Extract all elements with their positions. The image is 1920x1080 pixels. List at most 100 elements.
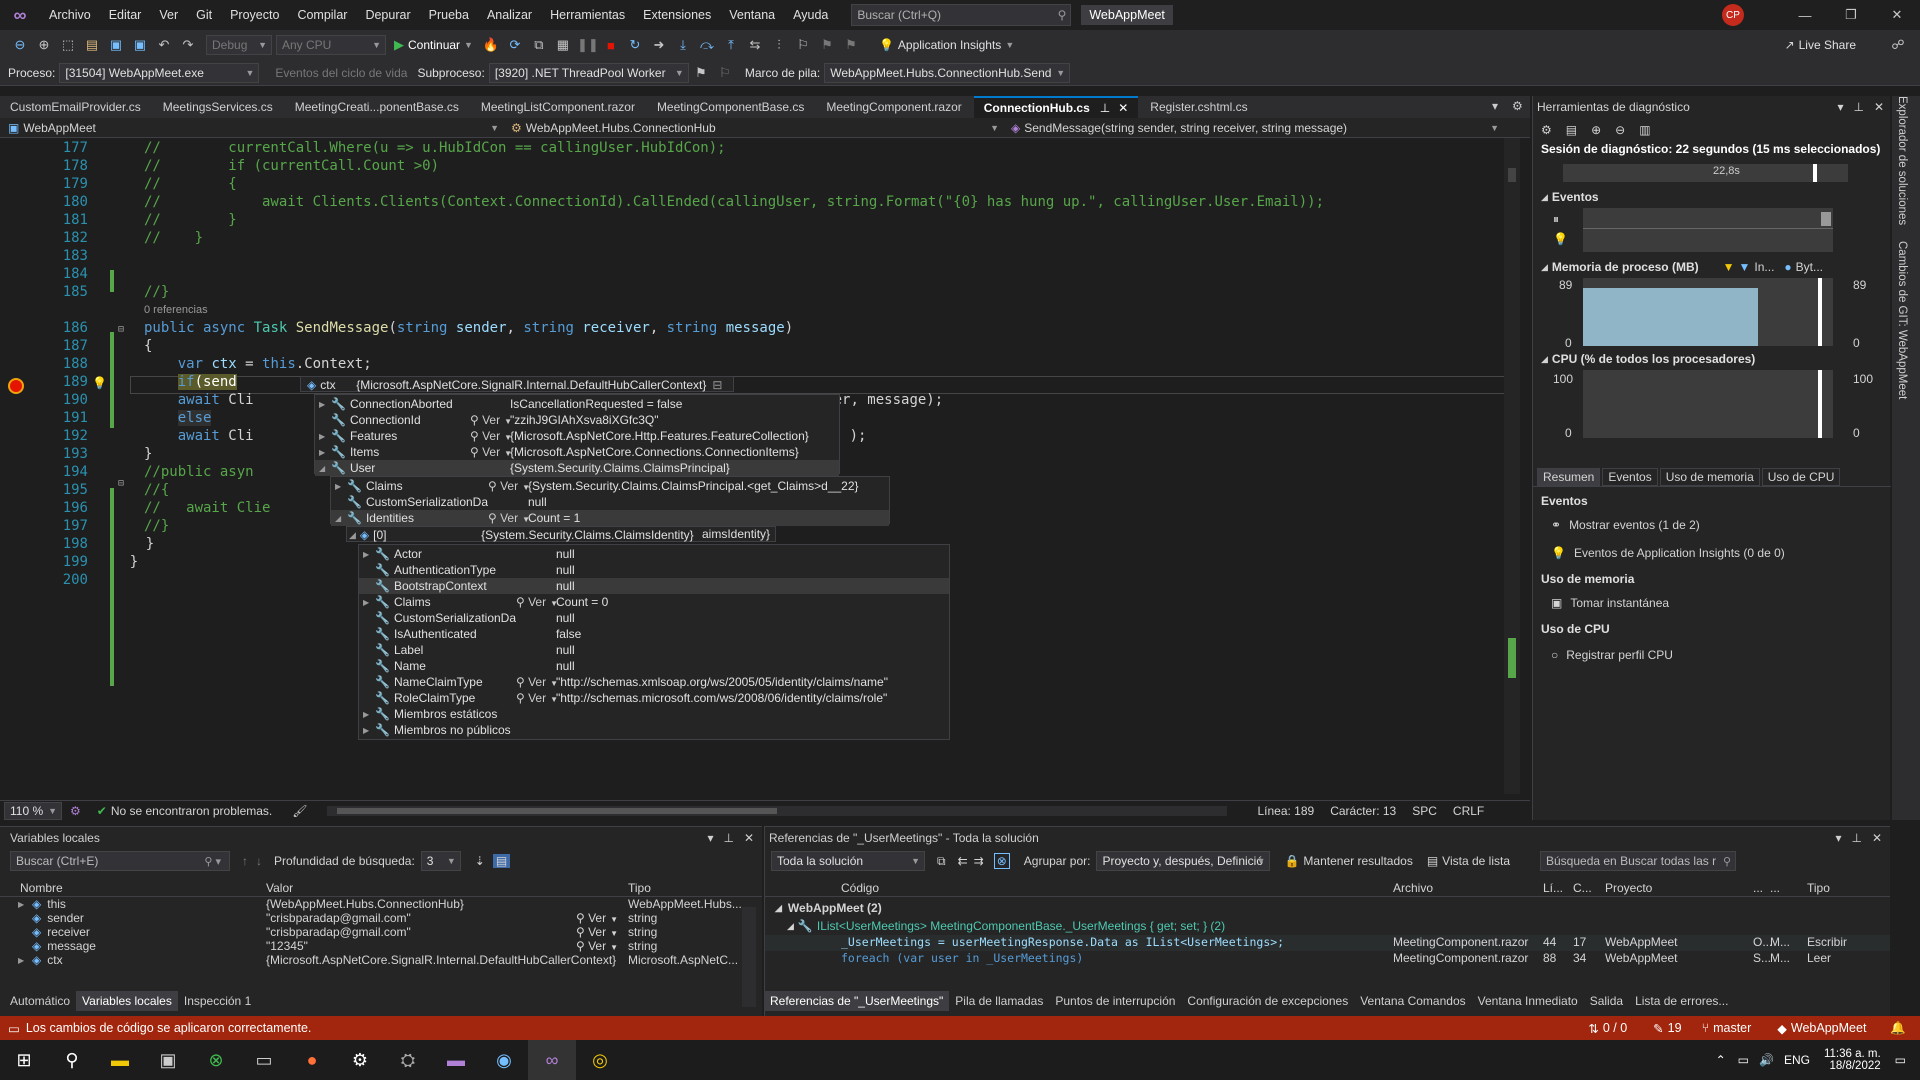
expand-icon[interactable]: ◢ — [335, 514, 347, 523]
pin-icon[interactable]: ⊥ — [723, 831, 733, 845]
menu-6[interactable]: Depurar — [356, 8, 419, 22]
datatip-row[interactable]: 🔧 Label null — [359, 642, 949, 658]
spacing-indicator[interactable]: SPC — [1412, 804, 1437, 818]
undo-icon[interactable]: ↶ — [154, 37, 174, 53]
close-icon[interactable]: ✕ — [744, 831, 754, 845]
locals-search-input[interactable]: Buscar (Ctrl+E) ⚲ ▾ — [10, 851, 230, 871]
references-tab-7[interactable]: Lista de errores... — [1629, 991, 1734, 1011]
browser-link-icon[interactable]: ⧉ — [529, 37, 549, 53]
expand-icon[interactable]: ▶ — [319, 432, 331, 441]
file-explorer-icon[interactable]: ▬ — [96, 1040, 144, 1080]
memory-graph[interactable] — [1583, 278, 1833, 346]
tab-settings-icon[interactable]: ⚙ — [1512, 99, 1523, 113]
search-next-icon[interactable]: ↓ — [256, 854, 262, 868]
tab-close-icon[interactable]: ✕ — [1118, 101, 1128, 115]
tab-1[interactable]: MeetingsServices.cs — [153, 96, 283, 118]
datatip-row[interactable]: 🔧 RoleClaimType ⚲ Ver ▼ "http://schemas.micr… — [359, 690, 949, 706]
references-tab-4[interactable]: Ventana Comandos — [1354, 991, 1471, 1011]
datatip-row[interactable]: 🔧 Name null — [359, 658, 949, 674]
refresh-icon[interactable]: ⟳ — [505, 37, 525, 53]
expand-icon[interactable]: ▶ — [363, 550, 375, 559]
datatip-row[interactable]: 🔧 CustomSerializationData null — [359, 610, 949, 626]
datatip-row[interactable]: 🔧 ConnectionId ⚲ Ver ▼ "zzihJ9GIAhXsva8iXGfc… — [315, 412, 839, 428]
volume-icon[interactable]: 🔊 — [1759, 1053, 1774, 1067]
line-ending-indicator[interactable]: CRLF — [1453, 804, 1484, 818]
tab-7[interactable]: Register.cshtml.cs — [1140, 96, 1257, 118]
locals-row[interactable]: ▶ ◈ this {WebAppMeet.Hubs.ConnectionHub} Web… — [0, 897, 762, 911]
references-tab-2[interactable]: Puntos de interrupción — [1049, 991, 1181, 1011]
branch-indicator[interactable]: master — [1713, 1021, 1751, 1035]
new-project-icon[interactable]: ⬚ — [58, 37, 78, 53]
column-kind-header[interactable]: Tipo — [1807, 881, 1830, 895]
network-icon[interactable]: ▭ — [1738, 1053, 1749, 1067]
app-insights-button[interactable]: 💡 Application Insights ▼ — [879, 38, 1014, 52]
column-code-header[interactable]: Código — [841, 881, 879, 895]
menu-4[interactable]: Proyecto — [221, 8, 288, 22]
filter-icon[interactable]: ⚐ — [715, 65, 735, 81]
references-tab-3[interactable]: Configuración de excepciones — [1181, 991, 1354, 1011]
datatip-row[interactable]: ▶ 🔧 Items ⚲ Ver ▼ {Microsoft.AspNetCore.Conne… — [315, 444, 839, 460]
column-extra2-header[interactable]: ... — [1770, 881, 1780, 895]
configuration-dropdown[interactable]: Debug ▼ — [206, 35, 272, 55]
settings-icon[interactable]: ⚙ — [1541, 123, 1552, 137]
project-dropdown[interactable]: ▣ WebAppMeet ▼ — [0, 121, 505, 135]
datatip-row[interactable]: ▶ 🔧 Claims ⚲ Ver ▼ Count = 0 — [359, 594, 949, 610]
search-prev-icon[interactable]: ↑ — [242, 854, 248, 868]
open-icon[interactable]: ▤ — [82, 37, 102, 53]
datatip-row[interactable]: 🔧 IsAuthenticated false — [359, 626, 949, 642]
reset-view-icon[interactable]: ▥ — [1639, 123, 1650, 137]
timeline-ruler[interactable]: 22,8s — [1563, 164, 1848, 182]
breakpoint-marker[interactable] — [8, 378, 24, 394]
expand-icon[interactable]: ▶ — [335, 482, 347, 491]
visualizer-button[interactable]: ⚲ Ver ▼ — [488, 479, 530, 493]
visualizer-button[interactable]: ⚲ Ver ▼ — [516, 691, 558, 705]
start-icon[interactable]: ⊞ — [0, 1040, 48, 1080]
locals-tab-0[interactable]: Automático — [4, 991, 76, 1011]
layout-icon[interactable]: ▦ — [553, 37, 573, 53]
tab-5[interactable]: MeetingComponent.razor — [816, 96, 971, 118]
record-cpu-button[interactable]: ○ Registrar perfil CPU — [1551, 648, 1673, 662]
locals-tab-2[interactable]: Inspección 1 — [178, 991, 257, 1011]
view-toggle-icon[interactable]: ▤ — [492, 854, 511, 868]
step-into-icon[interactable]: ⤓ — [673, 37, 693, 53]
save-all-icon[interactable]: ▣ — [130, 37, 150, 53]
git-changes-tab[interactable]: Cambios de GIT: WebAppMeet — [1896, 241, 1908, 401]
expand-icon[interactable]: ▶ — [319, 448, 331, 457]
tab-6[interactable]: ConnectionHub.cs ⊥ ✕ — [973, 96, 1139, 118]
visualizer-button[interactable]: ⚲ Ver ▼ — [470, 445, 512, 459]
references-tab-6[interactable]: Salida — [1584, 991, 1629, 1011]
tool-icon[interactable]: ⛭ — [384, 1040, 432, 1080]
menu-0[interactable]: Archivo — [40, 8, 100, 22]
visualizer-button[interactable]: ⚲ Ver ▼ — [576, 911, 618, 925]
minimize-icon[interactable]: — — [1782, 8, 1828, 23]
visualizer-button[interactable]: ⚲ Ver ▼ — [576, 939, 618, 953]
zoom-out-icon[interactable]: ⊖ — [1615, 123, 1625, 137]
reference-row[interactable]: _UserMeetings = userMeetingResponse.Data… — [765, 935, 1890, 951]
visualizer-button[interactable]: ⚲ Ver ▼ — [470, 429, 512, 443]
process-dropdown[interactable]: [31504] WebAppMeet.exe ▼ — [59, 62, 260, 83]
locals-tab-1[interactable]: Variables locales — [76, 991, 178, 1011]
cpu-graph[interactable] — [1583, 370, 1833, 438]
type-dropdown[interactable]: ⚙ WebAppMeet.Hubs.ConnectionHub ▼ — [505, 121, 1005, 135]
diag-tab-2[interactable]: Uso de memoria — [1659, 468, 1760, 486]
visualizer-button[interactable]: ⚲ Ver ▼ — [576, 925, 618, 939]
menu-8[interactable]: Analizar — [478, 8, 541, 22]
datatip-row[interactable]: ▶ 🔧 Features ⚲ Ver ▼ {Microsoft.AspNetCore.Ht… — [315, 428, 839, 444]
datatip-row[interactable]: 🔧 AuthenticationType null — [359, 562, 949, 578]
tab-2[interactable]: MeetingCreati...ponentBase.cs — [285, 96, 469, 118]
lifecycle-events-button[interactable]: Eventos del ciclo de vida — [275, 66, 407, 80]
column-type-header[interactable]: Tipo — [624, 881, 651, 895]
column-extra1-header[interactable]: ... — [1753, 881, 1763, 895]
expand-icon[interactable]: ▶ — [18, 900, 32, 909]
column-line-header[interactable]: Lí... — [1543, 881, 1563, 895]
diag-tab-1[interactable]: Eventos — [1602, 468, 1658, 486]
visualizer-button[interactable]: ⚲ Ver ▼ — [488, 511, 530, 525]
references-definition[interactable]: ◢ 🔧 IList<UserMeetings> MeetingComponent… — [765, 917, 1890, 935]
zoom-in-icon[interactable]: ⊕ — [1591, 123, 1601, 137]
tab-0[interactable]: CustomEmailProvider.cs — [0, 96, 151, 118]
expand-icon[interactable]: ▶ — [363, 726, 375, 735]
references-tab-1[interactable]: Pila de llamadas — [949, 991, 1049, 1011]
locals-scrollbar[interactable] — [742, 907, 756, 1007]
references-hint[interactable]: 0 referencias — [144, 304, 208, 316]
collapse-icon[interactable]: ⊟ — [118, 478, 124, 489]
